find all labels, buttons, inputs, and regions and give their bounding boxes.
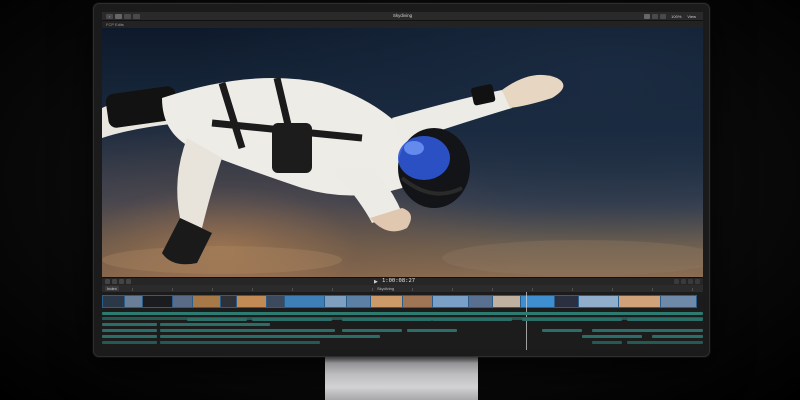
monitor: ‹ Skydiving 100% View FCP Edits ▶ 1:00:0…: [93, 3, 710, 357]
audio-clip[interactable]: [627, 341, 703, 344]
audio-clip[interactable]: [522, 318, 622, 321]
stand-shadow: [325, 357, 478, 363]
clip-thumbnail[interactable]: [236, 295, 266, 308]
audio-clip[interactable]: [542, 329, 582, 332]
clip-thumbnail[interactable]: [578, 295, 618, 308]
app-window: ‹ Skydiving 100% View FCP Edits ▶ 1:00:0…: [102, 12, 703, 350]
toolbar-right: 100% View: [644, 14, 699, 19]
audio-clip[interactable]: [102, 341, 157, 344]
trim-icon[interactable]: [119, 279, 124, 284]
clip-thumbnail[interactable]: [102, 295, 124, 308]
clip-thumbnail[interactable]: [618, 295, 660, 308]
audio-clip[interactable]: [160, 335, 380, 338]
settings-icon[interactable]: [695, 279, 700, 284]
viewer-toggle-icon[interactable]: [644, 14, 651, 19]
timecode: 1:00:08:27: [382, 278, 416, 284]
audio-clip[interactable]: [407, 329, 457, 332]
zoom-level[interactable]: 100%: [671, 14, 681, 19]
clip-thumbnail[interactable]: [172, 295, 192, 308]
clip-thumbnail[interactable]: [284, 295, 324, 308]
audio-clip[interactable]: [160, 329, 335, 332]
audio-clip[interactable]: [627, 318, 703, 321]
app-toolbar: ‹ Skydiving 100% View: [102, 12, 703, 21]
audio-clip[interactable]: [342, 329, 402, 332]
clip-thumbnail[interactable]: [192, 295, 220, 308]
inspector-toggle-icon[interactable]: [652, 14, 659, 19]
clip-thumbnail[interactable]: [492, 295, 520, 308]
clip-thumbnail[interactable]: [432, 295, 468, 308]
zoom-icon[interactable]: [126, 279, 131, 284]
audio-clip[interactable]: [160, 341, 320, 344]
snapping-icon[interactable]: [681, 279, 686, 284]
clip-thumbnail[interactable]: [370, 295, 402, 308]
audio-clip[interactable]: [432, 318, 512, 321]
audio-clip[interactable]: [160, 323, 270, 326]
timeline-header: Index Skydiving: [102, 285, 703, 292]
playhead[interactable]: [526, 292, 527, 350]
clip-thumbnail[interactable]: [660, 295, 697, 308]
audio-clip[interactable]: [592, 341, 622, 344]
monitor-stand: [325, 357, 478, 400]
audio-clip[interactable]: [342, 318, 432, 321]
library-name[interactable]: FCP Edits: [106, 22, 124, 27]
clip-thumbnail[interactable]: [324, 295, 346, 308]
viewer[interactable]: [102, 28, 703, 277]
timeline-ruler[interactable]: [132, 288, 703, 291]
edit-tools: [105, 279, 131, 284]
skydiver-image: [102, 74, 703, 276]
clip-thumbnail[interactable]: [266, 295, 284, 308]
audio-clip[interactable]: [102, 323, 157, 326]
clip-thumbnail[interactable]: [554, 295, 578, 308]
audio-meter-icon[interactable]: [674, 279, 679, 284]
index-button[interactable]: Index: [105, 286, 119, 291]
music-lane[interactable]: [102, 312, 703, 315]
audio-clip[interactable]: [102, 329, 157, 332]
primary-storyline[interactable]: [102, 295, 703, 308]
timeline-toggle-icon[interactable]: [660, 14, 667, 19]
audio-clip[interactable]: [252, 318, 332, 321]
audio-clip[interactable]: [652, 335, 703, 338]
blade-icon[interactable]: [105, 279, 110, 284]
timeline-view-options: [674, 279, 700, 284]
audio-clip[interactable]: [582, 335, 642, 338]
clip-thumbnail[interactable]: [468, 295, 492, 308]
clip-thumbnail[interactable]: [142, 295, 172, 308]
timeline-controls: ▶ 1:00:08:27: [102, 277, 703, 285]
window-title: Skydiving: [392, 13, 413, 18]
audio-clip[interactable]: [592, 329, 703, 332]
library-bar: FCP Edits: [102, 21, 703, 28]
view-menu[interactable]: View: [687, 14, 696, 19]
clip-thumbnail[interactable]: [402, 295, 432, 308]
skimming-icon[interactable]: [688, 279, 693, 284]
clip-thumbnail[interactable]: [220, 295, 236, 308]
clip-thumbnail[interactable]: [346, 295, 370, 308]
arrow-tool-icon[interactable]: [112, 279, 117, 284]
clip-thumbnail[interactable]: [124, 295, 142, 308]
audio-clip[interactable]: [187, 318, 247, 321]
audio-clip[interactable]: [102, 335, 157, 338]
timeline[interactable]: [102, 292, 703, 350]
